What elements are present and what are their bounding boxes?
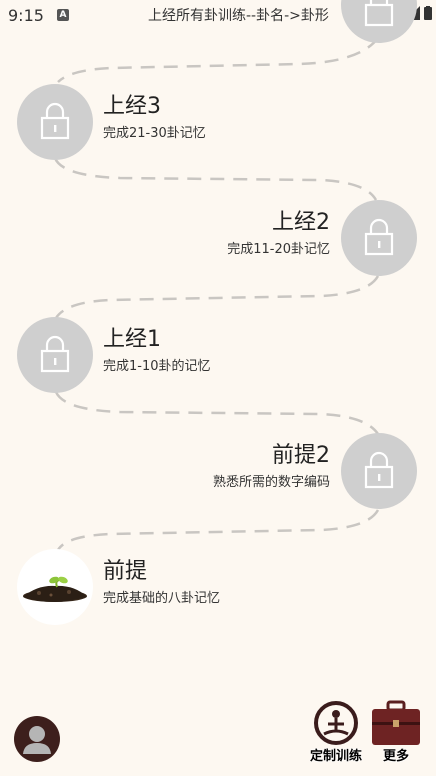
more-label: 更多 xyxy=(382,749,409,764)
lock-icon xyxy=(364,218,394,256)
user-icon xyxy=(23,726,51,754)
level-title: 上经2 xyxy=(272,210,330,235)
lock-icon xyxy=(364,451,394,489)
level-desc: 完成21-30卦记忆 xyxy=(103,126,206,141)
lock-icon xyxy=(40,102,70,140)
seedling-icon xyxy=(23,576,87,602)
level-node-shangjing3[interactable] xyxy=(17,84,93,160)
level-title: 前提2 xyxy=(272,443,330,468)
level-node-top-partial[interactable] xyxy=(341,0,417,43)
level-node-qianti2[interactable] xyxy=(341,433,417,509)
more-button[interactable]: 更多 xyxy=(366,700,426,766)
level-desc: 熟悉所需的数字编码 xyxy=(212,475,330,490)
status-time: 9:15 xyxy=(8,6,44,25)
custom-training-label: 定制训练 xyxy=(309,749,362,764)
lock-icon xyxy=(364,0,394,27)
level-desc: 完成1-10卦的记忆 xyxy=(103,359,211,374)
level-title: 上经1 xyxy=(103,327,161,352)
briefcase-icon xyxy=(372,700,420,745)
meditation-icon xyxy=(314,701,358,745)
custom-training-button[interactable]: 定制训练 xyxy=(306,700,366,766)
page-title: 上经所有卦训练--卦名->卦形 xyxy=(148,8,329,24)
lock-icon xyxy=(40,335,70,373)
level-desc: 完成11-20卦记忆 xyxy=(227,242,330,257)
level-node-shangjing2[interactable] xyxy=(341,200,417,276)
battery-icon xyxy=(424,6,432,20)
notification-icon: A xyxy=(57,9,69,21)
level-title: 上经3 xyxy=(103,94,161,119)
level-node-shangjing1[interactable] xyxy=(17,317,93,393)
level-title: 前提 xyxy=(103,559,148,584)
avatar[interactable] xyxy=(14,716,60,762)
level-desc: 完成基础的八卦记忆 xyxy=(103,591,221,606)
level-node-qianti[interactable] xyxy=(17,549,93,625)
